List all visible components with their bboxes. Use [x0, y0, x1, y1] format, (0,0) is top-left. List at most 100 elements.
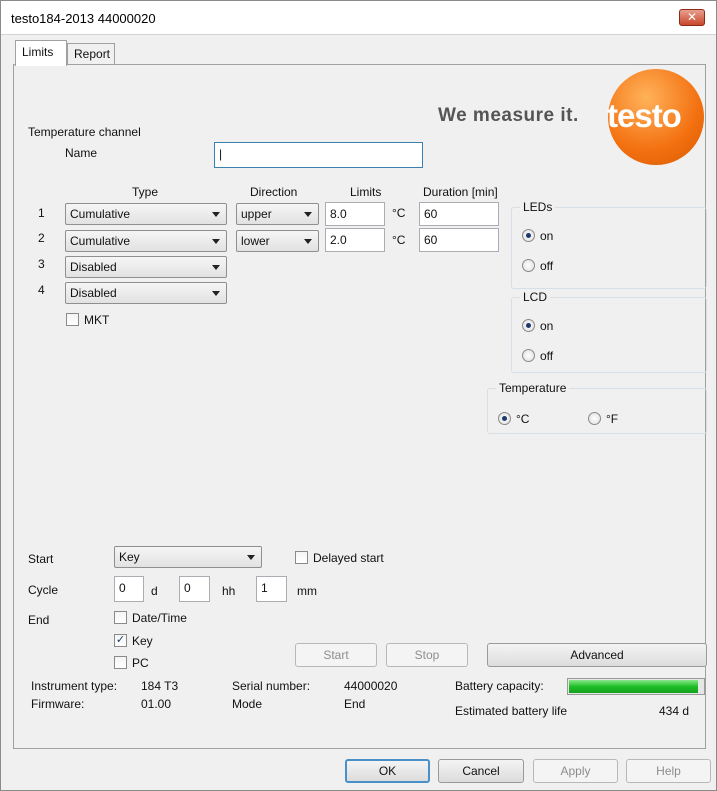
logo-wordmark: testo [607, 97, 682, 134]
end-key-checkbox[interactable]: ✓ [114, 634, 127, 647]
start-mode-value: Key [119, 550, 140, 564]
leds-off-radio[interactable] [522, 259, 535, 272]
dropdown-arrow-icon [212, 239, 220, 244]
type-select-value: Disabled [70, 286, 117, 300]
leds-on-label: on [540, 229, 554, 243]
end-pc-label: PC [132, 656, 149, 670]
dropdown-arrow-icon [212, 291, 220, 296]
name-input[interactable]: | [214, 142, 423, 168]
fahrenheit-label: °F [606, 412, 619, 426]
limit-input-1[interactable]: 8.0 [325, 202, 385, 226]
delayed-start-label: Delayed start [313, 551, 384, 565]
tab-limits[interactable]: Limits [15, 40, 67, 66]
celsius-label: °C [516, 412, 530, 426]
direction-select-1[interactable]: upper [236, 203, 319, 225]
tab-report[interactable]: Report [67, 43, 115, 64]
dialog-window: testo184-2013 44000020 ✕ Limits Report W… [0, 0, 717, 791]
dropdown-arrow-icon [247, 555, 255, 560]
tab-limits-label: Limits [22, 45, 54, 59]
start-label: Start [28, 552, 54, 566]
firmware-label: Firmware: [31, 697, 85, 711]
duration-input-1[interactable]: 60 [419, 202, 499, 226]
duration-input-2[interactable]: 60 [419, 228, 499, 252]
help-button-label: Help [656, 764, 681, 778]
ok-button[interactable]: OK [345, 759, 430, 783]
mode-label: Mode [232, 697, 263, 711]
direction-select-value: lower [241, 234, 270, 248]
end-datetime-checkbox[interactable] [114, 611, 127, 624]
end-key-label: Key [132, 634, 153, 648]
close-button[interactable]: ✕ [679, 9, 705, 26]
fahrenheit-radio[interactable] [588, 412, 601, 425]
duration-value: 60 [424, 233, 438, 247]
minutes-unit: mm [297, 584, 317, 598]
start-button-label: Start [323, 648, 349, 662]
lcd-on-label: on [540, 319, 554, 333]
text-cursor: | [219, 147, 223, 161]
start-button[interactable]: Start [295, 643, 377, 667]
dropdown-arrow-icon [304, 212, 312, 217]
advanced-button[interactable]: Advanced [487, 643, 707, 667]
lcd-off-radio[interactable] [522, 349, 535, 362]
cycle-days-input[interactable]: 0 [114, 576, 144, 602]
lcd-on-radio[interactable] [522, 319, 535, 332]
dropdown-arrow-icon [304, 239, 312, 244]
cycle-minutes-input[interactable]: 1 [256, 576, 287, 602]
apply-button-label: Apply [560, 764, 591, 778]
logo-tagline: We measure it. [438, 105, 579, 126]
serial-number-label: Serial number: [232, 679, 311, 693]
dropdown-arrow-icon [212, 212, 220, 217]
type-select-3[interactable]: Disabled [65, 256, 227, 278]
limit-value: 8.0 [330, 207, 347, 221]
direction-header: Direction [250, 185, 298, 199]
battery-capacity-label: Battery capacity: [455, 679, 544, 693]
hours-unit: hh [222, 584, 236, 598]
type-select-value: Cumulative [70, 207, 131, 221]
limits-header: Limits [350, 185, 382, 199]
end-pc-checkbox[interactable] [114, 656, 127, 669]
leds-on-radio[interactable] [522, 229, 535, 242]
cancel-button-label: Cancel [462, 764, 500, 778]
help-button[interactable]: Help [626, 759, 711, 783]
start-mode-select[interactable]: Key [114, 546, 262, 568]
lcd-group: LCD on off [511, 290, 707, 373]
name-label: Name [65, 146, 98, 160]
end-label: End [28, 613, 50, 627]
leds-legend: LEDs [520, 200, 556, 214]
type-header: Type [132, 185, 159, 199]
type-select-2[interactable]: Cumulative [65, 230, 227, 252]
battery-life-value: 434 d [659, 704, 690, 718]
lcd-legend: LCD [520, 290, 551, 304]
celsius-radio[interactable] [498, 412, 511, 425]
type-select-1[interactable]: Cumulative [65, 203, 227, 225]
cycle-days-value: 0 [119, 581, 126, 595]
leds-off-label: off [540, 259, 554, 273]
direction-select-2[interactable]: lower [236, 230, 319, 252]
cancel-button[interactable]: Cancel [438, 759, 524, 783]
type-select-4[interactable]: Disabled [65, 282, 227, 304]
leds-group: LEDs on off [511, 200, 707, 289]
cycle-hours-input[interactable]: 0 [179, 576, 210, 602]
limit-input-2[interactable]: 2.0 [325, 228, 385, 252]
advanced-button-label: Advanced [570, 648, 624, 662]
stop-button[interactable]: Stop [386, 643, 468, 667]
unit-label: °C [392, 233, 406, 247]
unit-label: °C [392, 206, 406, 220]
row-number: 4 [38, 283, 45, 297]
cycle-label: Cycle [28, 583, 59, 597]
cycle-hours-value: 0 [184, 581, 191, 595]
ok-button-label: OK [378, 764, 397, 778]
mkt-checkbox[interactable] [66, 313, 79, 326]
instrument-type-value: 184 T3 [141, 679, 179, 693]
row-number: 2 [38, 231, 45, 245]
cycle-minutes-value: 1 [261, 581, 268, 595]
serial-number-value: 44000020 [344, 679, 398, 693]
delayed-start-checkbox[interactable] [295, 551, 308, 564]
type-select-value: Cumulative [70, 234, 131, 248]
limit-value: 2.0 [330, 233, 347, 247]
apply-button[interactable]: Apply [533, 759, 618, 783]
lcd-off-label: off [540, 349, 554, 363]
dropdown-arrow-icon [212, 265, 220, 270]
mkt-label: MKT [84, 313, 110, 327]
battery-capacity-fill [569, 680, 698, 693]
